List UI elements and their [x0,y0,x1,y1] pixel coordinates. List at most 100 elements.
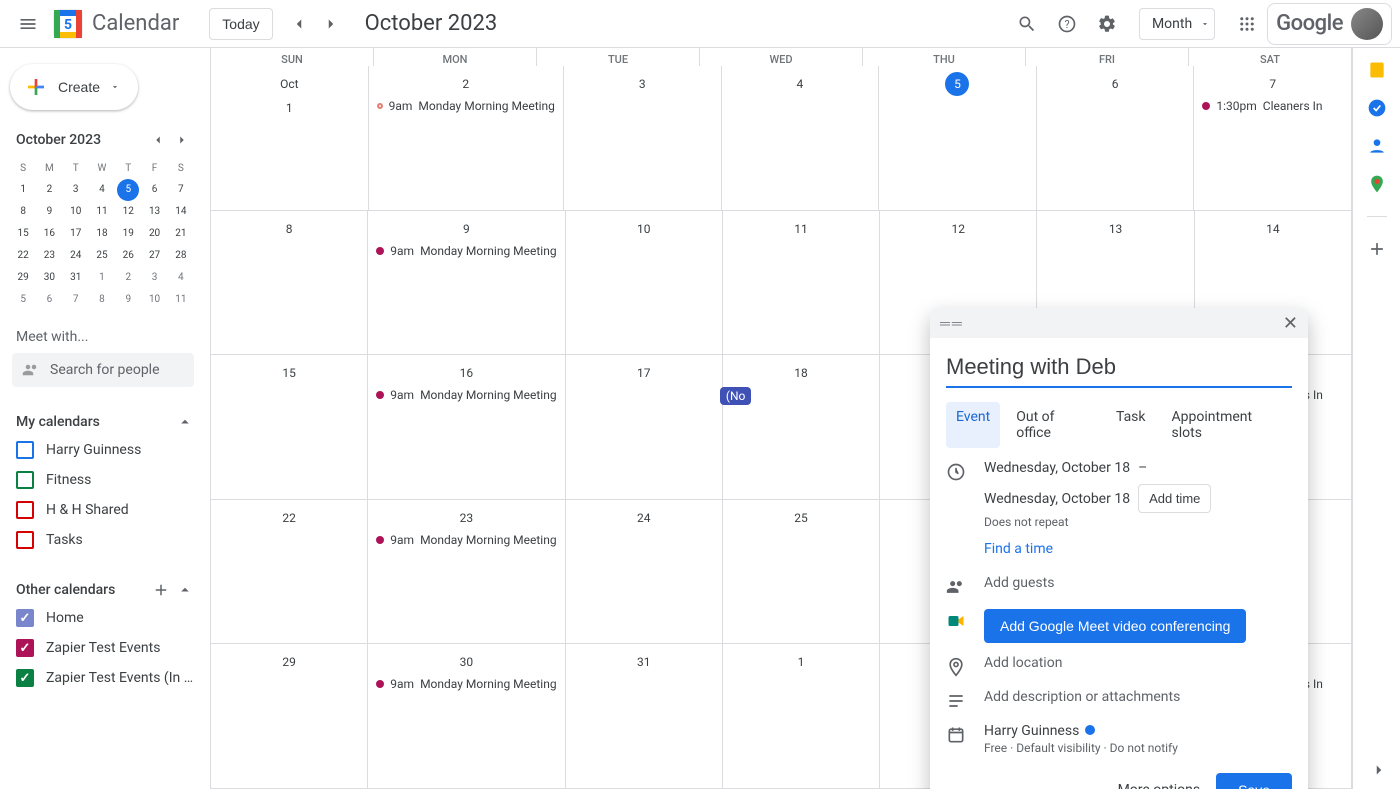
mini-day[interactable]: 19 [117,223,139,245]
calendar-day-cell[interactable]: 31 [566,644,723,788]
calendar-event[interactable]: 1:30pmCleaners In [1198,98,1347,114]
mini-day[interactable]: 4 [170,267,192,289]
calendar-day-cell[interactable]: 10 [566,211,723,355]
mini-day[interactable]: 29 [12,267,34,289]
calendar-day-cell[interactable]: 3 [564,66,722,210]
calendar-day-cell[interactable]: 24 [566,500,723,644]
calendar-day-cell[interactable]: 309amMonday Morning Meeting [368,644,565,788]
event-meta[interactable]: Free · Default visibility · Do not notif… [984,741,1292,755]
mini-day[interactable]: 22 [12,245,34,267]
calendar-event[interactable]: 9amMonday Morning Meeting [373,98,559,114]
calendar-day-cell[interactable]: 99amMonday Morning Meeting [368,211,565,355]
more-options-button[interactable]: More options [1118,782,1201,789]
calendar-event[interactable]: 9amMonday Morning Meeting [372,387,560,403]
settings-button[interactable] [1087,4,1127,44]
tab-out-of-office[interactable]: Out of office [1006,402,1100,448]
add-addon-icon[interactable] [1367,239,1387,259]
mini-day[interactable]: 2 [38,179,60,201]
calendar-item[interactable]: Zapier Test Events (In Pur... [10,663,194,693]
mini-day[interactable]: 7 [65,289,87,311]
today-button[interactable]: Today [209,8,272,40]
calendar-item[interactable]: Fitness [10,465,194,495]
find-a-time-link[interactable]: Find a time [984,541,1053,557]
add-description-field[interactable]: Add description or attachments [984,689,1292,705]
calendar-owner[interactable]: Harry Guinness [984,723,1079,739]
mini-day[interactable]: 1 [12,179,34,201]
mini-day[interactable]: 21 [170,223,192,245]
calendar-day-cell[interactable]: 5 [879,66,1037,210]
calendar-day-cell[interactable]: 1 [723,644,880,788]
create-button[interactable]: Create [10,64,138,110]
calendar-day-cell[interactable]: 18(No [723,355,880,499]
calendar-day-cell[interactable]: 239amMonday Morning Meeting [368,500,565,644]
mini-day[interactable]: 8 [91,289,113,311]
other-calendars-toggle[interactable]: Other calendars [10,577,194,603]
mini-day[interactable]: 18 [91,223,113,245]
add-time-button[interactable]: Add time [1138,484,1211,513]
calendar-checkbox[interactable] [16,501,34,519]
mini-day[interactable]: 3 [65,179,87,201]
mini-day[interactable]: 25 [91,245,113,267]
mini-prev-button[interactable] [146,128,170,152]
tab-event[interactable]: Event [946,402,1000,448]
mini-day[interactable]: 6 [144,179,166,201]
calendar-day-cell[interactable]: 15 [211,355,368,499]
calendar-day-cell[interactable]: 169amMonday Morning Meeting [368,355,565,499]
calendar-day-cell[interactable]: 25 [723,500,880,644]
calendar-day-cell[interactable]: 29 [211,644,368,788]
calendar-checkbox[interactable] [16,441,34,459]
calendar-day-cell[interactable]: 22 [211,500,368,644]
calendar-day-cell[interactable]: 29amMonday Morning Meeting [369,66,564,210]
user-avatar[interactable] [1351,8,1383,40]
mini-day[interactable]: 17 [65,223,87,245]
calendar-item[interactable]: Home [10,603,194,633]
view-dropdown[interactable]: Month [1139,8,1215,40]
mini-day[interactable]: 7 [170,179,192,201]
mini-day[interactable]: 11 [91,201,113,223]
mini-day[interactable]: 20 [144,223,166,245]
mini-day[interactable]: 14 [170,201,192,223]
add-location-field[interactable]: Add location [984,655,1292,671]
calendar-item[interactable]: Zapier Test Events [10,633,194,663]
add-calendar-icon[interactable] [152,581,170,599]
calendar-day-cell[interactable]: 11 [723,211,880,355]
calendar-item[interactable]: Tasks [10,525,194,555]
calendar-event[interactable]: 9amMonday Morning Meeting [372,532,560,548]
drag-handle-icon[interactable]: ══ [940,315,964,332]
my-calendars-toggle[interactable]: My calendars [10,409,194,435]
calendar-item[interactable]: Harry Guinness [10,435,194,465]
calendar-day-cell[interactable]: 6 [1037,66,1195,210]
new-event-chip[interactable]: (No [720,387,752,405]
search-button[interactable] [1007,4,1047,44]
mini-day[interactable]: 5 [117,179,139,201]
mini-day[interactable]: 8 [12,201,34,223]
main-menu-button[interactable] [8,4,48,44]
mini-day[interactable]: 10 [144,289,166,311]
mini-day[interactable]: 9 [117,289,139,311]
calendar-checkbox[interactable] [16,669,34,687]
mini-day[interactable]: 13 [144,201,166,223]
calendar-checkbox[interactable] [16,609,34,627]
mini-day[interactable]: 1 [91,267,113,289]
calendar-day-cell[interactable]: 17 [566,355,723,499]
save-button[interactable]: Save [1216,773,1292,789]
tasks-icon[interactable] [1367,98,1387,118]
account-switcher[interactable]: Google [1267,3,1392,45]
mini-day[interactable]: 10 [65,201,87,223]
calendar-checkbox[interactable] [16,471,34,489]
mini-day[interactable]: 26 [117,245,139,267]
start-date[interactable]: Wednesday, October 18 [984,460,1130,476]
apps-button[interactable] [1227,4,1267,44]
mini-day[interactable]: 6 [38,289,60,311]
mini-day[interactable]: 23 [38,245,60,267]
mini-day[interactable]: 3 [144,267,166,289]
mini-next-button[interactable] [170,128,194,152]
add-meet-button[interactable]: Add Google Meet video conferencing [984,609,1246,643]
contacts-icon[interactable] [1367,136,1387,156]
mini-day[interactable]: 15 [12,223,34,245]
end-date[interactable]: Wednesday, October 18 [984,491,1130,507]
mini-day[interactable]: 9 [38,201,60,223]
maps-icon[interactable] [1367,174,1387,194]
close-button[interactable]: ✕ [1283,313,1298,334]
calendar-event[interactable]: 9amMonday Morning Meeting [372,676,560,692]
